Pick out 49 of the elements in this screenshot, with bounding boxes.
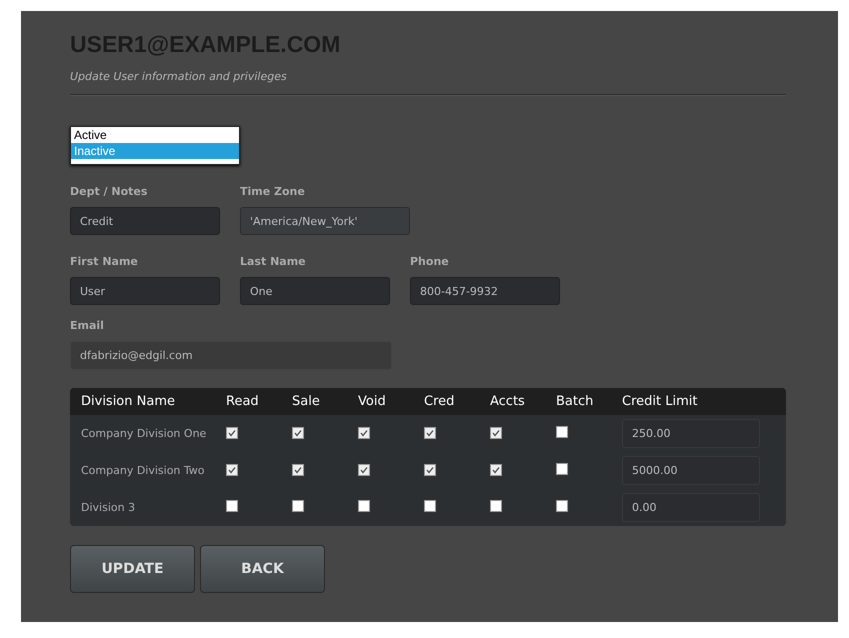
credit-limit-field[interactable]: 250.00 — [622, 419, 760, 448]
column-header: Batch — [556, 394, 594, 409]
checkbox[interactable] — [490, 500, 502, 512]
input-field[interactable]: One — [240, 277, 390, 305]
checkbox[interactable] — [424, 500, 436, 512]
page-subtitle: Update User information and privileges — [70, 70, 288, 83]
checkbox[interactable] — [424, 464, 436, 476]
field-label: Dept / Notes — [70, 185, 148, 198]
status-listbox[interactable]: Active Inactive — [70, 126, 240, 165]
checkbox[interactable] — [556, 500, 568, 512]
checkbox[interactable] — [292, 464, 304, 476]
column-header: Credit Limit — [622, 394, 698, 409]
input-field[interactable]: 800-457-9932 — [410, 277, 560, 305]
division-name: Company Division One — [80, 427, 208, 440]
checkbox[interactable] — [556, 426, 568, 438]
email-field[interactable]: dfabrizio@edgil.com — [70, 341, 392, 370]
field-label: Time Zone — [240, 185, 306, 198]
checkbox[interactable] — [424, 426, 436, 438]
checkbox[interactable] — [490, 426, 502, 438]
division-name: Division 3 — [80, 501, 136, 514]
input-field[interactable]: User — [70, 277, 220, 305]
checkbox[interactable] — [490, 464, 502, 476]
division-name: Company Division Two — [80, 464, 206, 477]
checkbox[interactable] — [226, 500, 238, 512]
checkbox[interactable] — [226, 426, 238, 438]
column-header: Division Name — [80, 394, 176, 409]
column-header: Sale — [292, 394, 321, 409]
checkbox[interactable] — [358, 500, 370, 512]
checkbox[interactable] — [226, 464, 238, 476]
credit-limit-field[interactable]: 5000.00 — [622, 456, 760, 485]
field-label: Phone — [410, 255, 450, 268]
checkbox[interactable] — [292, 426, 304, 438]
action-button[interactable]: BACK — [200, 545, 325, 593]
column-header: Void — [358, 394, 387, 409]
checkbox[interactable] — [358, 426, 370, 438]
checkbox[interactable] — [556, 463, 568, 475]
column-header: Cred — [424, 394, 456, 409]
credit-limit-field[interactable]: 0.00 — [622, 493, 760, 522]
field-label: First Name — [70, 255, 139, 268]
checkbox[interactable] — [292, 500, 304, 512]
time-zone-select[interactable]: 'America/New_York' — [240, 207, 410, 235]
column-header: Accts — [490, 394, 526, 409]
field-label: Last Name — [240, 255, 307, 268]
checkbox[interactable] — [358, 464, 370, 476]
listbox-option[interactable]: Active — [71, 127, 239, 143]
column-header: Read — [226, 394, 260, 409]
input-field[interactable]: Credit — [70, 207, 220, 235]
action-button[interactable]: UPDATE — [70, 545, 195, 593]
field-label: Email — [70, 319, 105, 332]
